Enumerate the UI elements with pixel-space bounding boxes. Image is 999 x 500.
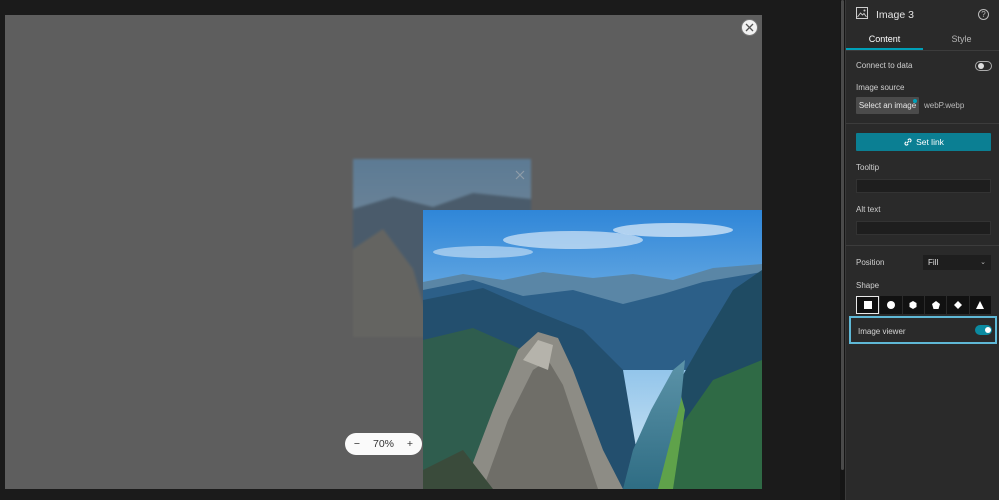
enlarged-image[interactable] [423, 210, 762, 489]
shape-label: Shape [856, 281, 880, 290]
chevron-down-icon: ⌄ [980, 259, 986, 266]
position-label: Position [856, 258, 885, 267]
diamond-icon [953, 301, 962, 309]
toggle-knob [985, 327, 991, 333]
minus-icon: − [353, 438, 361, 450]
tab-content[interactable]: Content [846, 30, 923, 50]
set-link-button[interactable]: Set link [856, 133, 991, 151]
help-glyph: ? [981, 10, 986, 19]
image-viewer-overlay[interactable]: − 70% + [5, 15, 762, 489]
set-link-label: Set link [916, 137, 944, 147]
image-file-name: webP.webp [924, 101, 965, 110]
position-value: Fill [928, 258, 939, 267]
shape-picker [856, 296, 991, 314]
tooltip-label: Tooltip [856, 163, 880, 172]
image-source-label: Image source [856, 83, 905, 92]
panel-header: Image 3 [846, 0, 999, 30]
scrollbar-thumb[interactable] [841, 0, 844, 470]
shape-hexagon-option[interactable] [902, 296, 924, 314]
alt-text-label: Alt text [856, 205, 881, 214]
image-icon [856, 6, 868, 24]
zoom-level: 70% [372, 438, 394, 450]
settings-panel: Image 3 ? Content Style Connect to data … [845, 0, 999, 500]
pentagon-icon [931, 301, 940, 309]
section-divider [846, 123, 999, 124]
shape-diamond-option[interactable] [947, 296, 969, 314]
link-icon [903, 137, 913, 147]
zoom-control: − 70% + [345, 433, 422, 455]
toggle-knob [978, 63, 984, 69]
circle-icon [886, 301, 895, 309]
connect-to-data-label: Connect to data [856, 61, 913, 70]
panel-title: Image 3 [876, 9, 914, 21]
select-image-button[interactable]: Select an image [856, 97, 919, 114]
tabs-divider [846, 50, 999, 51]
shape-triangle-option[interactable] [969, 296, 991, 314]
plus-icon: + [406, 438, 414, 450]
tooltip-input[interactable] [856, 179, 991, 193]
app-window: − 70% + Image 3 ? Content Style Connect … [0, 0, 999, 500]
shape-circle-option[interactable] [880, 296, 902, 314]
help-icon[interactable]: ? [978, 9, 989, 20]
alt-text-input[interactable] [856, 221, 991, 235]
hexagon-icon [909, 301, 917, 309]
section-divider [846, 245, 999, 246]
image-viewer-label: Image viewer [858, 327, 906, 336]
shape-square-option[interactable] [856, 296, 880, 314]
triangle-icon [976, 301, 985, 309]
connect-to-data-toggle[interactable] [975, 61, 992, 71]
canvas-area: − 70% + [0, 0, 840, 500]
tab-style[interactable]: Style [923, 30, 999, 50]
close-icon [745, 23, 754, 32]
position-select[interactable]: Fill ⌄ [923, 255, 991, 270]
image-viewer-toggle[interactable] [975, 325, 992, 335]
status-dot-icon [913, 99, 917, 103]
square-icon [863, 301, 872, 309]
zoom-in-button[interactable]: + [403, 437, 417, 451]
close-viewer-button[interactable] [741, 19, 758, 36]
ghost-close-icon [515, 167, 525, 180]
panel-tabs: Content Style [846, 30, 999, 50]
zoom-out-button[interactable]: − [350, 437, 364, 451]
shape-pentagon-option[interactable] [924, 296, 947, 314]
